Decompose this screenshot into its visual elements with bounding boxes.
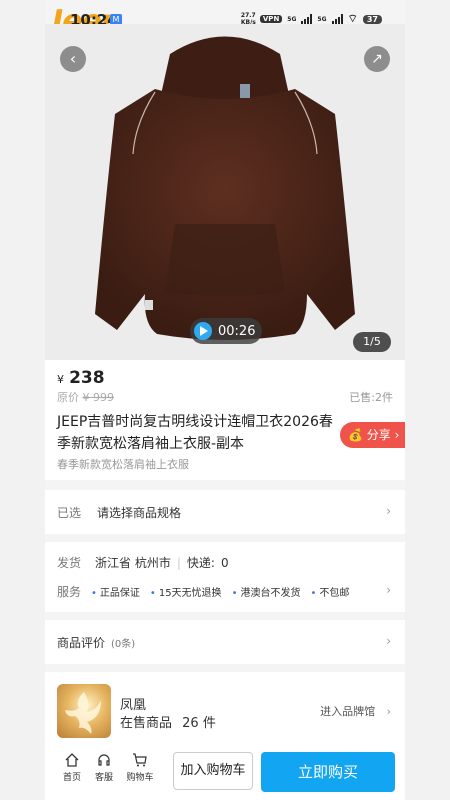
review-label: 商品评价 xyxy=(57,636,106,650)
brand-count-unit: 件 xyxy=(202,716,216,731)
signal-5g-label-2: 5G xyxy=(317,15,327,23)
original-price-value: ¥ 999 xyxy=(82,391,115,404)
express-label: 快递: xyxy=(186,556,215,570)
review-count: (0条) xyxy=(111,639,136,650)
brand-count-label: 在售商品 xyxy=(120,716,173,731)
reviews-row[interactable]: 商品评价 (0条) › xyxy=(45,620,405,664)
service-label: 服务 xyxy=(57,585,82,599)
price: ¥ 238 xyxy=(57,368,105,388)
shipping-row: 发货 浙江省 杭州市 | 快递: 0 xyxy=(57,554,229,571)
vpn-icon: VPN xyxy=(259,15,283,23)
nav-service-label: 客服 xyxy=(94,773,113,783)
headset-icon xyxy=(98,754,110,766)
chevron-right-icon: › xyxy=(386,504,391,518)
service-list: 正品保证 15天无忧退换 港澳台不发货 不包邮 xyxy=(91,584,349,599)
divider: | xyxy=(176,555,181,570)
enter-brand-label: 进入品牌馆 xyxy=(320,705,376,718)
currency-symbol: ¥ xyxy=(57,373,64,386)
share-button[interactable]: 💰 分享 › xyxy=(340,422,405,448)
nav-cart-label: 购物车 xyxy=(126,773,154,783)
gallery-counter: 1/5 xyxy=(353,332,391,352)
express-value: 0 xyxy=(220,555,229,570)
nav-service[interactable]: 客服 xyxy=(89,752,119,783)
product-title: JEEP吉普时尚复古明线设计连帽卫衣2026春季新款宽松落肩袖上衣服-副本 xyxy=(57,414,333,452)
signal-5g-label: 5G xyxy=(287,15,297,23)
brand-product-count: 在售商品 26 件 xyxy=(120,712,216,731)
spec-row: 已选 请选择商品规格 xyxy=(57,504,181,521)
hoodie-image xyxy=(95,36,355,340)
nav-home[interactable]: 首页 xyxy=(57,752,87,783)
product-info-card: ¥ 238 原价 ¥ 999 已售:2件 JEEP吉普时尚复古明线设计连帽卫衣2… xyxy=(45,360,405,480)
spec-selector[interactable]: 已选 请选择商品规格 › xyxy=(45,490,405,534)
back-button[interactable]: ‹ xyxy=(60,46,86,72)
shipping-location: 浙江省 杭州市 xyxy=(95,556,171,570)
spec-value: 请选择商品规格 xyxy=(97,506,182,520)
video-play-button[interactable]: 00:26 xyxy=(190,318,262,344)
original-price: 原价 ¥ 999 xyxy=(57,389,114,405)
brand-name: 凤凰 xyxy=(120,698,147,713)
original-price-label: 原价 xyxy=(57,391,79,404)
home-icon xyxy=(65,753,79,767)
brand-logo-image xyxy=(57,684,111,738)
enter-brand-link[interactable]: 进入品牌馆 › xyxy=(320,703,391,719)
share-label: 分享 xyxy=(366,428,391,442)
spec-label: 已选 xyxy=(57,506,82,520)
service-item: 15天无忧退换 xyxy=(150,584,222,599)
chevron-right-icon: › xyxy=(386,705,391,718)
chevron-right-icon: › xyxy=(386,583,391,597)
brand-count-value: 26 xyxy=(182,716,199,731)
bottom-action-bar: 首页 客服 购物车 加入购物车 立即购买 xyxy=(45,744,405,800)
signal-icon xyxy=(301,14,313,24)
product-gallery[interactable]: ‹ ↗ 00:26 1/5 xyxy=(45,24,405,360)
buy-now-button[interactable]: 立即购买 xyxy=(261,752,395,792)
chevron-right-icon: › xyxy=(394,428,400,442)
nav-cart[interactable]: 购物车 xyxy=(125,752,155,783)
money-bag-icon: 💰 xyxy=(348,428,363,442)
phoenix-icon xyxy=(65,692,101,734)
external-share-button[interactable]: ↗ xyxy=(364,46,390,72)
nav-home-label: 首页 xyxy=(62,773,81,783)
cart-icon xyxy=(133,753,147,767)
video-duration: 00:26 xyxy=(218,323,256,339)
shipping-service-card[interactable]: 发货 浙江省 杭州市 | 快递: 0 服务 正品保证 15天无忧退换 港澳台不发… xyxy=(45,542,405,612)
chevron-right-icon: › xyxy=(386,634,391,648)
service-item: 正品保证 xyxy=(91,584,140,599)
shipping-label: 发货 xyxy=(57,556,82,570)
play-icon xyxy=(194,322,212,340)
signal-icon-2 xyxy=(331,14,343,24)
add-to-cart-button[interactable]: 加入购物车 xyxy=(173,752,253,790)
price-value: 238 xyxy=(69,368,105,388)
service-item: 不包邮 xyxy=(310,584,349,599)
review-label-row: 商品评价 (0条) xyxy=(57,634,135,651)
sold-count: 已售:2件 xyxy=(349,391,393,404)
product-subtitle: 春季新款宽松落肩袖上衣服 xyxy=(57,458,189,471)
service-item: 港澳台不发货 xyxy=(232,584,300,599)
service-row: 服务 正品保证 15天无忧退换 港澳台不发货 不包邮 xyxy=(57,583,349,600)
battery-icon: 37 xyxy=(362,14,382,24)
